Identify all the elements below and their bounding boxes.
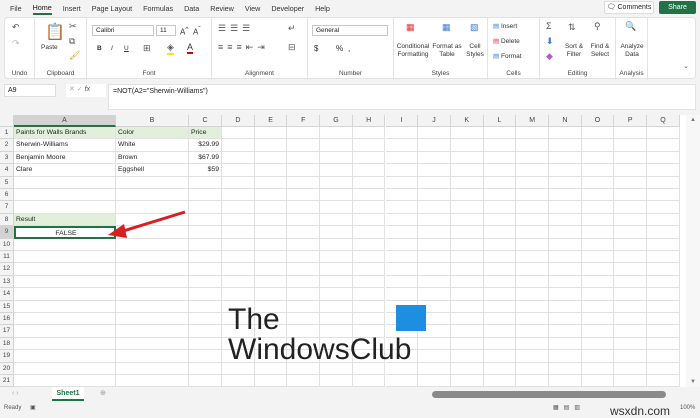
tab-sheet1[interactable]: Sheet1	[52, 387, 84, 401]
windows-logo-icon	[396, 305, 426, 331]
zoom-level[interactable]: 100%	[680, 405, 695, 411]
watermark-text: wsxdn.com	[610, 404, 671, 418]
accessibility-icon: ▣	[30, 405, 36, 411]
watermark-logo: The WindowsClub	[228, 303, 426, 366]
sheet-tabs-bar: ‹ › Sheet1 ⊕	[0, 387, 700, 403]
watermark-logo-text: The WindowsClub	[228, 303, 412, 366]
status-text: Ready	[4, 405, 22, 411]
horizontal-scrollbar[interactable]	[432, 391, 666, 398]
tab-scroll-arrows[interactable]: ‹ ›	[12, 390, 19, 397]
view-buttons[interactable]: ▦ ▤ ▥	[553, 404, 580, 411]
add-sheet-icon[interactable]: ⊕	[100, 389, 106, 397]
status-bar: Ready ▣ ▦ ▤ ▥ wsxdn.com 100%	[0, 403, 700, 418]
